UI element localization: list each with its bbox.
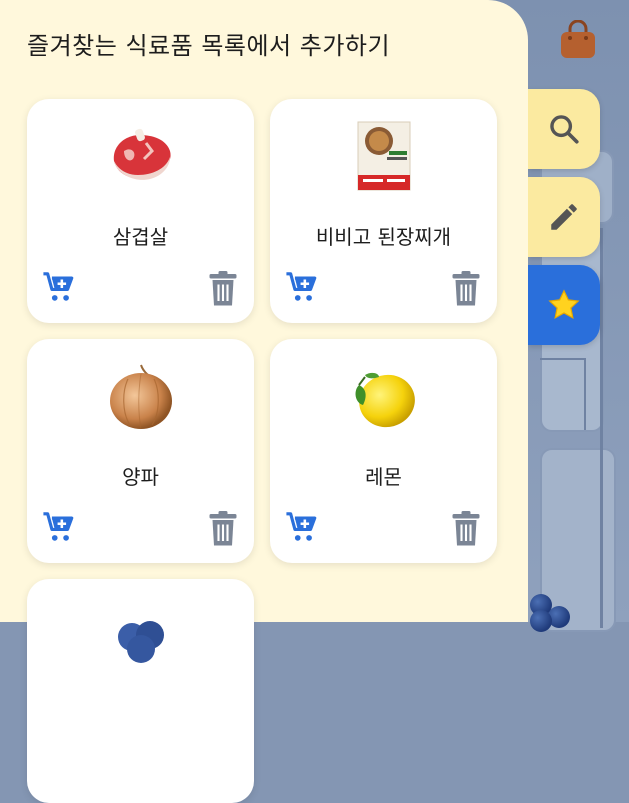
food-name: 삼겹살 [112,225,169,249]
onion-icon [109,364,172,430]
background-divider [584,360,586,430]
food-card[interactable]: 양파 [27,339,254,563]
favorites-sheet: 즐겨찾는 식료품 목록에서 추가하기 삼겹살 비비고 된장찌개 양파 레몬 [0,0,528,803]
sheet-title: 즐겨찾는 식료품 목록에서 추가하기 [27,32,391,60]
food-name: 비비고 된장찌개 [315,225,452,249]
edit-button[interactable] [528,177,600,257]
trash-icon[interactable] [451,271,481,307]
add-to-cart-icon[interactable] [284,511,320,545]
trash-icon[interactable] [451,511,481,547]
trash-icon[interactable] [208,511,238,547]
shopping-bag-icon[interactable] [559,20,597,60]
add-to-cart-icon[interactable] [41,271,77,305]
pencil-icon [551,204,577,230]
search-icon [550,115,579,144]
star-icon [548,289,580,320]
food-name: 레몬 [365,465,402,489]
doenjang-package-icon [357,121,410,191]
lemon-icon [355,372,415,428]
add-to-cart-icon[interactable] [284,271,320,305]
favorites-button[interactable] [528,265,600,345]
food-card[interactable]: 비비고 된장찌개 [270,99,497,323]
meat-steak-icon [113,128,171,180]
background-divider [600,228,603,628]
blueberry-icon [117,621,164,663]
food-card[interactable]: 삼겹살 [27,99,254,323]
search-button[interactable] [528,89,600,169]
background-divider [540,358,586,360]
food-card[interactable]: 레몬 [270,339,497,563]
food-card[interactable] [27,579,254,803]
background-blueberry [530,610,552,632]
trash-icon[interactable] [208,271,238,307]
food-name: 양파 [122,465,159,489]
add-to-cart-icon[interactable] [41,511,77,545]
